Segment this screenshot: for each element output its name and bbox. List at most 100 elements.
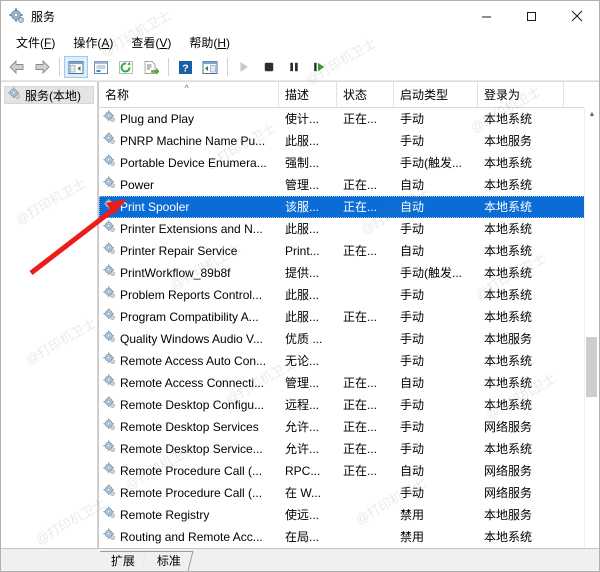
tab-standard[interactable]: 标准	[141, 551, 194, 571]
sort-ascending-icon: ^	[184, 83, 189, 93]
table-row[interactable]: Remote Access Auto Con... 无论... 手动 本地系统	[99, 350, 599, 372]
scroll-up-arrow-icon[interactable]: ▲	[585, 107, 599, 121]
restart-service-icon[interactable]	[307, 56, 331, 78]
table-row[interactable]: Remote Desktop Configu... 远程... 正在... 手动 本地系…	[99, 394, 599, 416]
tree-node-services-local[interactable]: 服务(本地)	[4, 86, 94, 104]
table-row[interactable]: Remote Registry 使远... 禁用 本地服务	[99, 504, 599, 526]
export-list-icon[interactable]	[139, 56, 163, 78]
svg-text:?: ?	[182, 62, 188, 74]
menu-help-accel: H	[217, 36, 227, 50]
cell-name-label: Print Spooler	[120, 200, 190, 214]
menu-action[interactable]: 操作(A)	[64, 33, 122, 53]
service-gear-icon	[103, 394, 116, 416]
cell-description: 在局...	[285, 530, 320, 544]
scrollbar-thumb[interactable]	[586, 337, 597, 397]
cell-log-on-as: 本地系统	[484, 530, 533, 544]
cell-status: 正在...	[343, 244, 378, 258]
back-arrow-icon[interactable]	[5, 56, 29, 78]
toolbar: ?	[1, 54, 599, 81]
column-header-startup-type[interactable]: 启动类型	[394, 82, 478, 107]
table-row[interactable]: Remote Access Connecti... 管理... 正在... 自动 本地系…	[99, 372, 599, 394]
cell-log-on-as: 本地系统	[484, 156, 533, 170]
tab-standard-label: 标准	[156, 554, 181, 568]
table-row[interactable]: Remote Procedure Call (... RPC... 正在... 自动 网…	[99, 460, 599, 482]
table-row[interactable]: PNRP Machine Name Pu... 此服... 手动 本地服务	[99, 130, 599, 152]
tab-extended-label: 扩展	[110, 554, 135, 568]
cell-description: 允许...	[285, 420, 320, 434]
cell-status: 正在...	[343, 442, 378, 456]
cell-log-on-as: 本地系统	[484, 288, 533, 302]
cell-description: 管理...	[285, 376, 320, 390]
cell-status: 正在...	[343, 200, 378, 214]
cell-description: 优质 ...	[285, 332, 323, 346]
menu-view-tail: )	[167, 36, 172, 50]
cell-name: Remote Procedure Call (...	[99, 482, 279, 504]
table-row[interactable]: Remote Desktop Services 允许... 正在... 手动 网络服务	[99, 416, 599, 438]
table-row[interactable]: Remote Procedure Call (... 在 W... 手动 网络服务	[99, 482, 599, 504]
table-row[interactable]: Power 管理... 正在... 自动 本地系统	[99, 174, 599, 196]
table-row[interactable]: Plug and Play 使计... 正在... 手动 本地系统	[99, 108, 599, 130]
menu-help[interactable]: 帮助(H)	[180, 33, 239, 53]
column-header-description[interactable]: 描述	[279, 82, 337, 107]
table-row[interactable]: Remote Desktop Service... 允许... 正在... 手动 本地系…	[99, 438, 599, 460]
cell-description: 此服...	[285, 288, 320, 302]
cell-name: Remote Access Auto Con...	[99, 350, 279, 372]
table-row[interactable]: Portable Device Enumera... 强制... 手动(触发... 本…	[99, 152, 599, 174]
service-gear-icon	[103, 196, 116, 218]
vertical-scrollbar[interactable]: ▲	[584, 107, 599, 548]
service-gear-icon	[103, 526, 116, 548]
cell-name: Remote Desktop Services	[99, 416, 279, 438]
refresh-icon[interactable]	[114, 56, 138, 78]
column-header-name[interactable]: 名称 ^	[99, 82, 279, 107]
cell-description: 提供...	[285, 266, 320, 280]
column-header-log-on-as[interactable]: 登录为	[478, 82, 564, 107]
service-gear-icon	[103, 416, 116, 438]
table-row[interactable]: Problem Reports Control... 此服... 手动 本地系统	[99, 284, 599, 306]
show-hide-tree-icon[interactable]	[64, 56, 88, 78]
cell-description: 此服...	[285, 222, 320, 236]
table-row[interactable]: Print Spooler 该服... 正在... 自动 本地系统	[99, 196, 599, 218]
window-title: 服务	[31, 9, 56, 24]
close-button[interactable]	[554, 1, 599, 31]
service-gear-icon	[103, 460, 116, 482]
cell-name: Printer Extensions and N...	[99, 218, 279, 240]
pause-service-icon[interactable]	[282, 56, 306, 78]
cell-name-label: Plug and Play	[120, 112, 195, 126]
forward-arrow-icon[interactable]	[30, 56, 54, 78]
menu-file[interactable]: 文件(F)	[7, 33, 64, 53]
service-gear-icon	[103, 328, 116, 350]
table-row[interactable]: PrintWorkflow_89b8f 提供... 手动(触发... 本地系统	[99, 262, 599, 284]
table-row[interactable]: Printer Extensions and N... 此服... 手动 本地系统	[99, 218, 599, 240]
cell-name-label: Remote Procedure Call (...	[120, 464, 263, 478]
maximize-button[interactable]	[509, 1, 554, 31]
cell-name-label: Printer Extensions and N...	[120, 222, 263, 236]
cell-status	[337, 526, 394, 548]
cell-name-label: Printer Repair Service	[120, 244, 238, 258]
cell-description: 允许...	[285, 442, 320, 456]
cell-log-on-as: 网络服务	[484, 464, 533, 478]
show-action-pane-icon[interactable]	[198, 56, 222, 78]
cell-log-on-as: 本地系统	[484, 244, 533, 258]
menu-view[interactable]: 查看(V)	[122, 33, 180, 53]
cell-startup-type: 禁用	[400, 530, 425, 544]
cell-name: Remote Desktop Configu...	[99, 394, 279, 416]
cell-startup-type: 自动	[400, 200, 425, 214]
cell-name-label: PNRP Machine Name Pu...	[120, 134, 266, 148]
cell-startup-type: 自动	[400, 376, 425, 390]
cell-status	[337, 328, 394, 350]
service-gear-icon	[103, 306, 116, 328]
stop-service-icon[interactable]	[257, 56, 281, 78]
help-icon[interactable]: ?	[173, 56, 197, 78]
minimize-button[interactable]	[464, 1, 509, 31]
tab-extended[interactable]: 扩展	[95, 551, 148, 571]
properties-icon[interactable]	[89, 56, 113, 78]
start-service-icon[interactable]	[232, 56, 256, 78]
column-header-status[interactable]: 状态	[337, 82, 394, 107]
cell-status: 正在...	[343, 398, 378, 412]
table-row[interactable]: Program Compatibility A... 此服... 正在... 手动 本地…	[99, 306, 599, 328]
column-header-name-label: 名称	[105, 88, 130, 102]
table-row[interactable]: Quality Windows Audio V... 优质 ... 手动 本地服务	[99, 328, 599, 350]
table-row[interactable]: Routing and Remote Acc... 在局... 禁用 本地系统	[99, 526, 599, 548]
table-row[interactable]: Printer Repair Service Print... 正在... 自动 本地系…	[99, 240, 599, 262]
cell-status	[337, 262, 394, 284]
